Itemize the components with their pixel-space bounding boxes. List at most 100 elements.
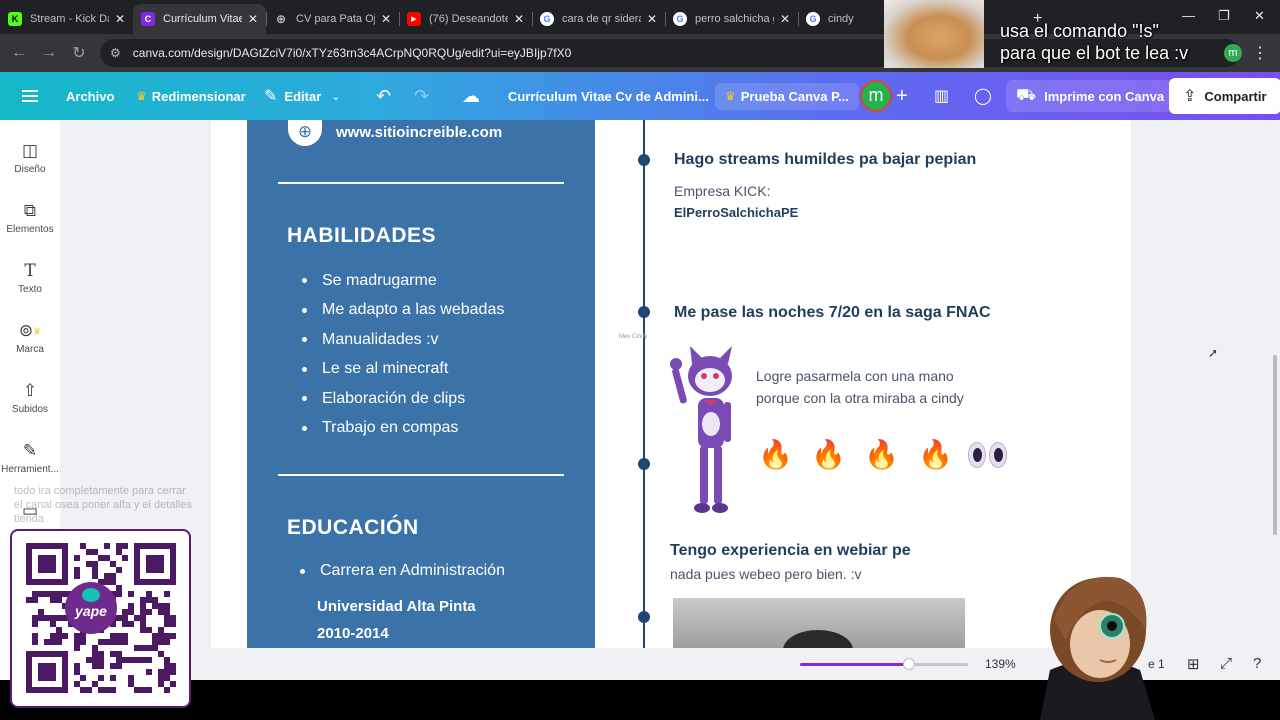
tab-title: (76) Deseandote xyxy=(429,13,508,25)
experience-title[interactable]: Me pase las noches 7/20 en la saga FNAC xyxy=(674,304,991,322)
resume-page[interactable]: ⊕ www.sitioincreible.com HABILIDADES Se … xyxy=(211,120,1131,648)
timeline-dot xyxy=(638,154,650,166)
skills-heading[interactable]: HABILIDADES xyxy=(287,224,436,248)
sidebar-item-uploads[interactable]: ⇧ Subidos xyxy=(0,380,60,415)
browser-tab-0[interactable]: K Stream - Kick Da ✕ xyxy=(0,4,133,34)
trial-label: Prueba Canva P... xyxy=(740,88,849,104)
insights-button[interactable]: ▥ xyxy=(934,72,949,120)
skill-item[interactable]: Trabajo en compas xyxy=(287,414,504,444)
sidebar-item-brand[interactable]: ⊚♛ Marca xyxy=(0,320,60,355)
world-favicon-icon: ⊕ xyxy=(275,12,287,26)
education-degree[interactable]: Carrera en Administración xyxy=(285,562,505,580)
education-heading[interactable]: EDUCACIÓN xyxy=(287,516,419,540)
close-tab-icon[interactable]: ✕ xyxy=(780,12,790,26)
browser-tab-4[interactable]: G cara de qr sidera ✕ xyxy=(532,4,665,34)
document-title[interactable]: Currículum Vitae Cv de Admini... xyxy=(508,72,709,120)
forward-icon[interactable]: → xyxy=(34,44,64,62)
site-info-icon[interactable]: ⚙ xyxy=(110,46,121,60)
file-menu-label: Archivo xyxy=(66,88,115,104)
timeline-dot xyxy=(638,611,650,623)
education-years[interactable]: 2010-2014 xyxy=(317,625,389,642)
experience-title[interactable]: Tengo experiencia en webiar pe xyxy=(670,542,911,560)
help-icon[interactable]: ? xyxy=(1253,655,1261,672)
skill-item[interactable]: Manualidades :v xyxy=(287,325,504,355)
fire-emoji-icon[interactable]: 🔥 xyxy=(758,438,793,471)
cloud-save-button[interactable]: ☁ xyxy=(462,72,480,120)
google-favicon-icon: G xyxy=(806,12,820,26)
sidebar-label: Elementos xyxy=(6,224,54,235)
upload-icon: ⇧ xyxy=(22,381,38,400)
tab-title: perro salchicha g xyxy=(695,13,774,25)
close-tab-icon[interactable]: ✕ xyxy=(115,12,125,26)
sidebar-item-design[interactable]: ◫ Diseño xyxy=(0,140,60,175)
bot-command-overlay: usa el comando "!s" para que el bot te l… xyxy=(1000,21,1189,63)
close-tab-icon[interactable]: ✕ xyxy=(647,12,657,26)
file-menu-button[interactable]: Archivo xyxy=(66,72,114,120)
experience-company[interactable]: Empresa KICK: xyxy=(674,183,770,199)
print-button[interactable]: ⛟ Imprime con Canva xyxy=(1006,80,1175,112)
close-tab-icon[interactable]: ✕ xyxy=(248,12,258,26)
experience-subtitle[interactable]: nada pues webeo pero bien. :v xyxy=(670,566,861,582)
comments-button[interactable]: ◯ xyxy=(974,72,992,120)
tab-title: cara de qr sidera xyxy=(562,13,641,25)
main-menu-button[interactable] xyxy=(22,72,38,120)
skill-item[interactable]: Se madrugarme xyxy=(287,266,504,296)
experience-title[interactable]: Hago streams humildes pa bajar pepian xyxy=(674,151,976,169)
timeline-dot xyxy=(638,306,650,318)
browser-tab-3[interactable]: ▶ (76) Deseandote ✕ xyxy=(399,4,532,34)
trial-button[interactable]: ♛ Prueba Canva P... xyxy=(715,80,859,112)
experience-text-line[interactable]: Logre pasarmela con una mano xyxy=(756,365,954,387)
experience-text-line[interactable]: porque con la otra miraba a cindy xyxy=(756,387,964,409)
back-icon[interactable]: ← xyxy=(4,44,34,62)
dog-webcam-image xyxy=(884,0,984,68)
youtube-favicon-icon: ▶ xyxy=(407,12,421,26)
skill-item[interactable]: Me adapto a las webadas xyxy=(287,296,504,326)
shapes-icon: ⧉ xyxy=(23,201,37,220)
user-avatar-initial: m xyxy=(860,80,892,112)
browser-tab-2[interactable]: ⊕ CV para Pata Ojo ✕ xyxy=(266,4,399,34)
close-tab-icon[interactable]: ✕ xyxy=(514,12,524,26)
fire-emoji-icon[interactable]: 🔥 xyxy=(864,438,899,471)
website-text[interactable]: www.sitioincreible.com xyxy=(336,124,502,141)
experience-photo[interactable] xyxy=(673,598,965,648)
zoom-slider[interactable] xyxy=(800,658,968,670)
google-favicon-icon: G xyxy=(673,12,687,26)
experience-company-name[interactable]: ElPerroSalchichaPE xyxy=(674,205,798,220)
fullscreen-icon[interactable]: ⤢ xyxy=(1220,655,1232,672)
eye-shape xyxy=(989,442,1007,468)
yape-qr-card: yape xyxy=(12,531,189,706)
resize-label: Redimensionar xyxy=(151,88,246,104)
redo-button[interactable]: ↷ xyxy=(414,72,429,120)
fire-emoji-icon[interactable]: 🔥 xyxy=(918,438,953,471)
zoom-slider-fill xyxy=(800,663,910,666)
share-button[interactable]: ⇪ Compartir xyxy=(1169,78,1280,114)
browser-tab-1[interactable]: C Currículum Vitae ✕ xyxy=(133,4,266,34)
undo-button[interactable]: ↶ xyxy=(376,72,391,120)
reload-icon[interactable]: ↻ xyxy=(64,43,94,63)
crown-icon: ♛ xyxy=(725,89,736,103)
bar-chart-icon: ▥ xyxy=(934,88,950,105)
plus-icon: + xyxy=(896,84,908,107)
tab-title: Stream - Kick Da xyxy=(30,13,109,25)
edit-label: Editar xyxy=(284,88,322,104)
sidebar-item-tools[interactable]: ✎ Herramient... xyxy=(0,440,60,475)
skill-item[interactable]: Le se al minecraft xyxy=(287,355,504,385)
vertical-scrollbar[interactable] xyxy=(1273,355,1277,535)
timeline-dot xyxy=(638,458,650,470)
close-tab-icon[interactable]: ✕ xyxy=(381,12,391,26)
edit-menu-button[interactable]: ✎ Editar ⌄ xyxy=(264,72,340,120)
education-school[interactable]: Universidad Alta Pinta xyxy=(317,598,476,615)
eyes-emoji-icon[interactable] xyxy=(968,442,1007,468)
sidebar-label: Herramient... xyxy=(1,464,59,475)
fire-emoji-icon[interactable]: 🔥 xyxy=(811,438,846,471)
resize-button[interactable]: ♛ Redimensionar xyxy=(136,72,246,120)
user-avatar[interactable]: m xyxy=(860,72,892,120)
browser-tab-5[interactable]: G perro salchicha g ✕ xyxy=(665,4,798,34)
purple-cat-character-image[interactable] xyxy=(668,346,742,516)
sidebar-item-text[interactable]: T Texto xyxy=(0,260,60,295)
skill-item[interactable]: Elaboración de clips xyxy=(287,384,504,414)
grid-view-icon[interactable]: ⊞ xyxy=(1187,655,1200,673)
sidebar-item-elements[interactable]: ⧉ Elementos xyxy=(0,200,60,235)
add-collaborator-button[interactable]: + xyxy=(896,72,908,120)
redo-icon: ↷ xyxy=(414,85,430,106)
